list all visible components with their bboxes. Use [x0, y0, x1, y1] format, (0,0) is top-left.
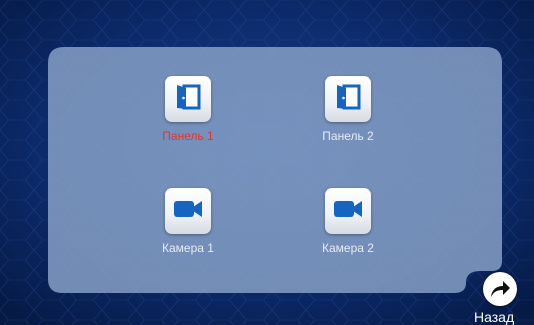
- tile-camera-2[interactable]: Камера 2: [298, 188, 398, 255]
- door-open-icon: [335, 83, 361, 116]
- camera-2-label: Камера 2: [322, 241, 374, 255]
- menu-panel: [48, 47, 502, 293]
- camera-1-label: Камера 1: [162, 241, 214, 255]
- video-camera-icon: [173, 199, 203, 224]
- panel-2-label: Панель 2: [322, 129, 374, 143]
- back-button[interactable]: Назад: [470, 272, 532, 325]
- tile-panel-1[interactable]: Панель 1: [138, 76, 238, 143]
- arrow-forward-icon[interactable]: [483, 272, 517, 306]
- tile-panel-2[interactable]: Панель 2: [298, 76, 398, 143]
- panel-1-button[interactable]: [165, 76, 211, 122]
- back-label: Назад: [474, 309, 515, 325]
- camera-1-button[interactable]: [165, 188, 211, 234]
- panel-1-label: Панель 1: [162, 129, 214, 143]
- video-camera-icon: [333, 199, 363, 224]
- screen: Панель 1 Панель 2 Камера 1 Камера 2 Наза…: [0, 0, 534, 325]
- door-open-icon: [175, 83, 201, 116]
- panel-2-button[interactable]: [325, 76, 371, 122]
- tile-camera-1[interactable]: Камера 1: [138, 188, 238, 255]
- camera-2-button[interactable]: [325, 188, 371, 234]
